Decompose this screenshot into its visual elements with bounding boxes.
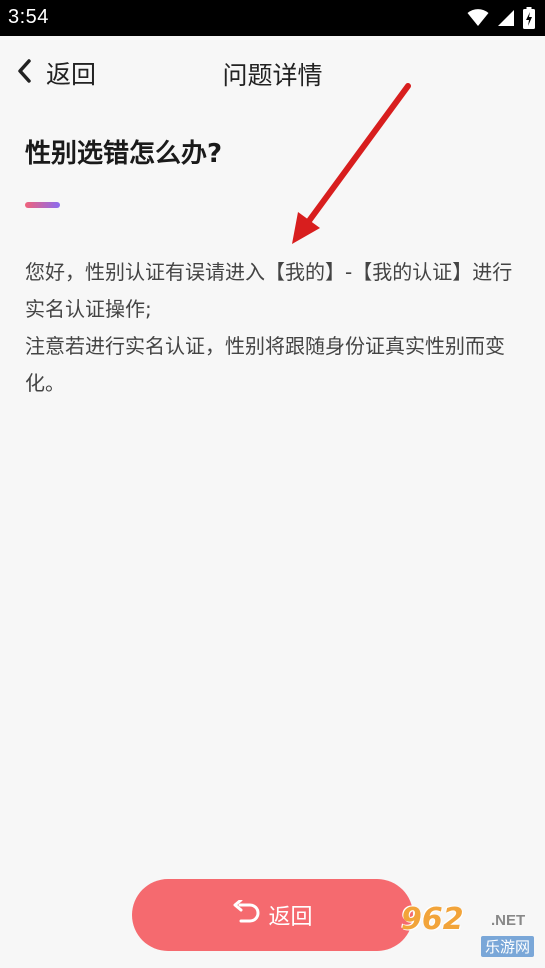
battery-icon <box>523 7 535 29</box>
watermark: 962 .NET 乐游网 <box>401 902 541 964</box>
bottom-back-label: 返回 <box>268 905 313 930</box>
undo-icon <box>232 898 260 930</box>
answer-paragraph: 您好，性别认证有误请进入【我的】-【我的认证】进行实名认证操作; <box>25 260 513 321</box>
question-title: 性别选错怎么办? <box>25 139 223 169</box>
status-time: 3:54 <box>8 6 49 28</box>
bottom-back-button[interactable]: 返回 <box>132 879 413 951</box>
status-bar: 3:54 <box>0 0 545 36</box>
wifi-icon <box>467 9 489 27</box>
signal-icon <box>497 9 515 27</box>
status-icons <box>467 7 535 29</box>
watermark-sub: 乐游网 <box>481 936 535 957</box>
page-title: 问题详情 <box>222 61 323 90</box>
answer-text: 您好，性别认证有误请进入【我的】-【我的认证】进行实名认证操作; 注意若进行实名… <box>25 254 517 402</box>
watermark-brand: 962 <box>401 902 464 937</box>
nav-bar: 返回 问题详情 <box>0 36 545 110</box>
watermark-suffix: .NET <box>491 912 526 929</box>
answer-paragraph: 注意若进行实名认证，性别将跟随身份证真实性别而变化。 <box>25 334 505 395</box>
accent-bar <box>25 202 60 208</box>
